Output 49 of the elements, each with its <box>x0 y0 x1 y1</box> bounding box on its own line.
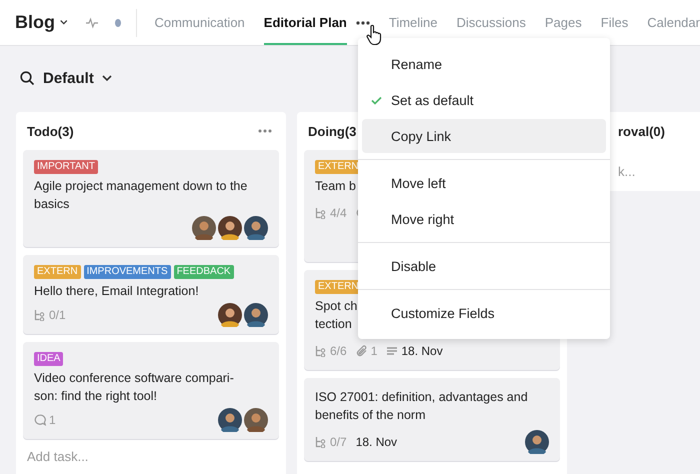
due-date: 18. Nov <box>356 435 398 449</box>
task-card[interactable]: IMPORTANT Agile project management down to the basics <box>23 150 279 247</box>
count-label: 1 <box>49 413 56 427</box>
menu-item[interactable]: Move right <box>362 202 606 236</box>
menu-item[interactable]: Move left <box>362 166 606 200</box>
card-title: ISO 27001: definition, advantages and benefits of the norm <box>315 389 529 424</box>
tab[interactable]: Editorial Plan <box>264 0 347 45</box>
menu-item[interactable]: Rename <box>362 47 606 81</box>
more-icon[interactable] <box>356 20 370 24</box>
card-title: Team b <box>315 178 356 195</box>
due-date: 18. Nov <box>401 344 443 358</box>
paperclip-icon <box>356 345 368 357</box>
activity-icon[interactable] <box>86 16 98 28</box>
tag: IMPORTANT <box>34 160 98 174</box>
task-card[interactable]: IDEA Video conference software compari-son: find the right tool! 1 <box>23 342 279 439</box>
status-dot <box>114 18 121 26</box>
count-label: 1 <box>370 344 378 358</box>
menu-item[interactable]: Customize Fields <box>362 296 606 330</box>
search-icon[interactable] <box>20 70 35 86</box>
subtasks-icon <box>34 309 46 321</box>
count-label: 0/1 <box>49 308 66 322</box>
menu-item[interactable]: Set as default <box>362 83 606 117</box>
column-title: Doing(3 <box>308 124 356 138</box>
card-title: Spot ch tection <box>315 298 358 333</box>
count-label: 4/4 <box>330 206 347 220</box>
tag: EXTERN <box>34 265 81 279</box>
project-title[interactable]: Blog <box>15 12 55 33</box>
view-selector[interactable]: Default <box>43 70 94 86</box>
column-title: roval(0) <box>618 124 665 138</box>
count-label: 6/6 <box>330 344 347 358</box>
card-title: Hello there, Email Integration! <box>34 283 200 300</box>
card-title: Agile project management down to the basics <box>34 178 248 213</box>
text-lines-icon <box>386 346 398 356</box>
task-card[interactable]: ISO 27001: definition, advantages and benefits of the norm 0/7 18. Nov <box>304 378 560 461</box>
menu-item[interactable]: Disable <box>362 249 606 283</box>
comment-icon <box>34 414 46 426</box>
tag: IMPROVEMENTS <box>84 265 171 279</box>
count-label: 0/7 <box>330 435 347 449</box>
subtasks-icon <box>315 436 327 448</box>
tag: FEEDBACK <box>174 265 234 279</box>
chevron-down-icon[interactable] <box>102 74 112 82</box>
chevron-down-icon[interactable] <box>60 19 68 26</box>
tag: IDEA <box>34 352 64 366</box>
menu-item[interactable]: Copy Link <box>362 119 606 153</box>
column-title: Todo(3) <box>27 124 74 138</box>
card-title: Video conference software compari-son: find the right tool! <box>34 370 235 405</box>
task-card[interactable]: EXTERN IMPROVEMENTS FEEDBACK Hello there, Email Integration! 0/1 <box>23 255 279 334</box>
subtasks-icon <box>315 207 327 219</box>
subtasks-icon <box>315 345 327 357</box>
